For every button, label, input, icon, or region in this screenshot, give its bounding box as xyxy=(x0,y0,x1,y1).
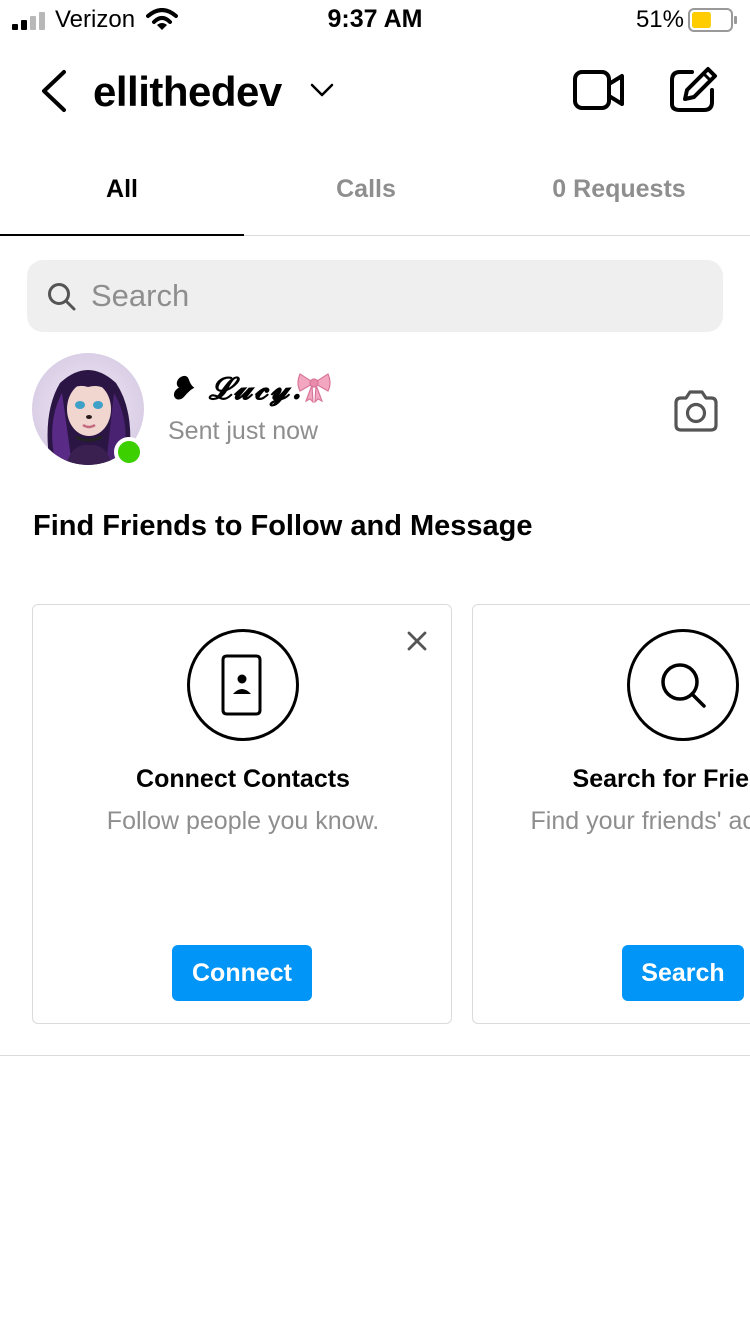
tab-all[interactable]: All xyxy=(0,142,244,236)
card-title: Connect Contacts xyxy=(136,765,350,793)
battery-icon xyxy=(688,8,737,32)
card-subtitle: Follow people you know. xyxy=(106,807,380,835)
chevron-down-icon[interactable] xyxy=(310,82,334,98)
connect-contacts-card: Connect Contacts Follow people you know.… xyxy=(32,604,452,1024)
battery-percent: 51% xyxy=(635,6,684,33)
active-tab-indicator xyxy=(0,234,244,236)
search-button[interactable]: Search xyxy=(622,945,744,1001)
card-subtitle: Find your friends' accounts. xyxy=(530,807,750,835)
account-switcher-username[interactable]: ellithedev xyxy=(93,68,282,116)
connect-button[interactable]: Connect xyxy=(172,945,312,1001)
thread-username: ❥ 𝓛𝓾𝓬𝔂. xyxy=(168,371,305,407)
messages-header: ellithedev xyxy=(0,48,750,138)
search-icon xyxy=(48,283,76,311)
tab-requests[interactable]: 0 Requests xyxy=(488,142,750,236)
status-bar: Verizon 9:37 AM 51% xyxy=(0,0,750,42)
bow-icon xyxy=(297,373,331,403)
direct-messages-screen: Verizon 9:37 AM 51% ellithedev All Calls… xyxy=(0,0,750,1334)
contacts-icon xyxy=(187,629,299,741)
tab-calls[interactable]: Calls xyxy=(244,142,488,236)
thread-status-text: Sent just now xyxy=(168,417,319,445)
search-for-friends-card: Search for Friends Find your friends' ac… xyxy=(472,604,750,1024)
inbox-tabs: All Calls 0 Requests xyxy=(0,142,750,236)
search-friends-icon xyxy=(627,629,739,741)
divider xyxy=(0,1055,750,1056)
video-call-icon[interactable] xyxy=(572,68,626,112)
search-bar[interactable] xyxy=(27,260,723,332)
close-icon[interactable] xyxy=(405,629,429,653)
camera-icon[interactable] xyxy=(672,389,720,433)
card-title: Search for Friends xyxy=(572,765,750,793)
find-friends-title: Find Friends to Follow and Message xyxy=(33,510,533,542)
search-input[interactable] xyxy=(91,260,691,332)
message-thread-row[interactable]: ❥ 𝓛𝓾𝓬𝔂. Sent just now xyxy=(0,345,750,475)
compose-icon[interactable] xyxy=(668,66,718,114)
online-status-dot xyxy=(114,437,144,467)
back-icon[interactable] xyxy=(36,68,72,114)
